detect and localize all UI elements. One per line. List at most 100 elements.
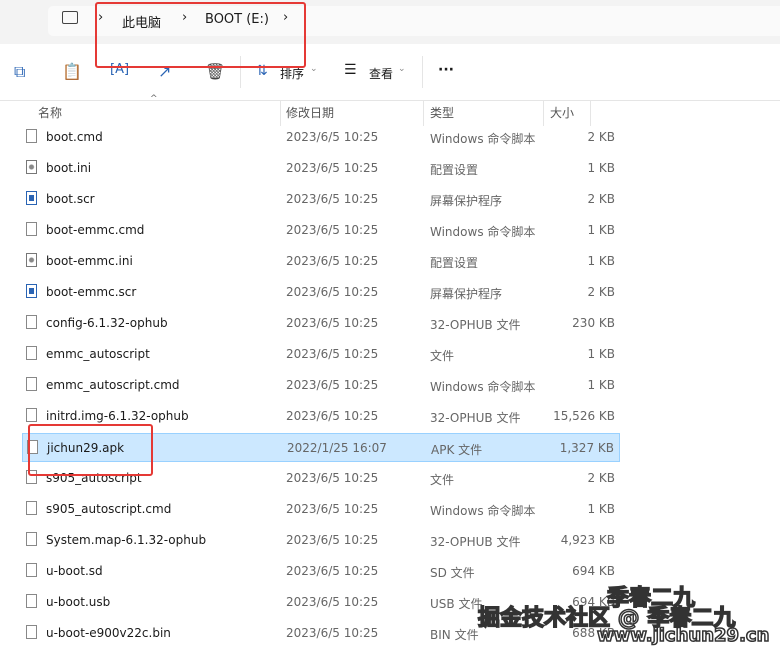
file-type: 配置设置 [430, 256, 479, 270]
file-date: 2023/6/5 10:25 [286, 471, 379, 485]
chevron-down-icon: ⌄ [398, 64, 406, 74]
file-size: 1 KB [587, 161, 615, 175]
file-date: 2022/1/25 16:07 [287, 441, 387, 455]
file-row[interactable]: config-6.1.32-ophub 2023/6/5 10:25 32-OP… [22, 309, 620, 338]
more-options-button[interactable]: ··· [438, 62, 454, 78]
file-row[interactable]: emmc_autoscript 2023/6/5 10:25 文件 1 KB [22, 340, 620, 369]
column-header-name[interactable]: 名称 [38, 104, 62, 124]
file-size: 1 KB [587, 378, 615, 392]
file-date: 2023/6/5 10:25 [286, 378, 379, 392]
file-file-icon [26, 563, 37, 577]
file-date: 2023/6/5 10:25 [286, 161, 379, 175]
file-row[interactable]: System.map-6.1.32-ophub 2023/6/5 10:25 3… [22, 526, 620, 555]
view-icon[interactable]: ☰ [344, 62, 357, 78]
file-size: 2 KB [587, 130, 615, 144]
file-name: boot.cmd [46, 130, 103, 144]
file-type: 文件 [430, 349, 455, 363]
file-row[interactable]: boot.scr 2023/6/5 10:25 屏幕保护程序 2 KB [22, 185, 620, 214]
column-header-size[interactable]: 大小 [550, 104, 574, 124]
paste-icon[interactable]: 📋 [62, 62, 82, 81]
file-size: 1,327 KB [559, 441, 614, 455]
file-name: boot.scr [46, 192, 95, 206]
file-type: Windows 命令脚本 [430, 132, 536, 146]
cfg-file-icon [26, 160, 37, 174]
file-row[interactable]: boot.ini 2023/6/5 10:25 配置设置 1 KB [22, 154, 620, 183]
file-type: 配置设置 [430, 163, 479, 177]
file-type: 32-OPHUB 文件 [430, 411, 521, 425]
column-header-type[interactable]: 类型 [430, 104, 454, 124]
file-type: 屏幕保护程序 [430, 287, 503, 301]
file-date: 2023/6/5 10:25 [286, 316, 379, 330]
file-type: Windows 命令脚本 [430, 225, 536, 239]
file-file-icon [26, 532, 37, 546]
file-size: 230 KB [572, 316, 615, 330]
file-name: initrd.img-6.1.32-ophub [46, 409, 189, 423]
file-row[interactable]: boot-emmc.cmd 2023/6/5 10:25 Windows 命令脚… [22, 216, 620, 245]
file-name: u-boot.usb [46, 595, 111, 609]
file-file-icon [26, 625, 37, 639]
file-size: 2 KB [587, 285, 615, 299]
file-size: 1 KB [587, 347, 615, 361]
column-header-modified[interactable]: 修改日期 [286, 104, 334, 124]
file-row[interactable]: s905_autoscript.cmd 2023/6/5 10:25 Windo… [22, 495, 620, 524]
chevron-down-icon: ⌄ [310, 64, 318, 74]
annotation-highlight-box [28, 424, 153, 476]
file-size: 4,923 KB [560, 533, 615, 547]
file-name: boot-emmc.scr [46, 285, 137, 299]
file-file-icon [26, 346, 37, 360]
file-date: 2023/6/5 10:25 [286, 626, 379, 640]
file-row[interactable]: boot-emmc.scr 2023/6/5 10:25 屏幕保护程序 2 KB [22, 278, 620, 307]
file-file-icon [26, 594, 37, 608]
annotation-highlight-box [95, 2, 306, 68]
this-pc-icon[interactable] [62, 11, 78, 24]
file-date: 2023/6/5 10:25 [286, 223, 379, 237]
file-size: 1 KB [587, 254, 615, 268]
file-type: Windows 命令脚本 [430, 504, 536, 518]
file-size: 1 KB [587, 502, 615, 516]
file-date: 2023/6/5 10:25 [286, 347, 379, 361]
file-name: u-boot.sd [46, 564, 103, 578]
file-type: APK 文件 [431, 443, 483, 457]
file-type: Windows 命令脚本 [430, 380, 536, 394]
cmd-file-icon [26, 501, 37, 515]
file-size: 694 KB [572, 564, 615, 578]
sort-ascending-icon: ^ [150, 94, 158, 104]
file-date: 2023/6/5 10:25 [286, 285, 379, 299]
file-type: 32-OPHUB 文件 [430, 318, 521, 332]
file-row[interactable]: u-boot.sd 2023/6/5 10:25 SD 文件 694 KB [22, 557, 620, 586]
file-row[interactable]: emmc_autoscript.cmd 2023/6/5 10:25 Windo… [22, 371, 620, 400]
file-date: 2023/6/5 10:25 [286, 595, 379, 609]
copy-icon[interactable]: ⧉ [14, 62, 25, 82]
cmd-file-icon [26, 377, 37, 391]
file-type: 屏幕保护程序 [430, 194, 503, 208]
file-date: 2023/6/5 10:25 [286, 409, 379, 423]
file-name: System.map-6.1.32-ophub [46, 533, 207, 547]
file-name: emmc_autoscript.cmd [46, 378, 180, 392]
divider [422, 56, 423, 88]
file-name: boot-emmc.cmd [46, 223, 145, 237]
file-name: s905_autoscript.cmd [46, 502, 172, 516]
watermark-text: www.jichun29.cn [596, 624, 770, 647]
file-date: 2023/6/5 10:25 [286, 254, 379, 268]
file-type: BIN 文件 [430, 628, 479, 642]
file-size: 2 KB [587, 192, 615, 206]
file-date: 2023/6/5 10:25 [286, 533, 379, 547]
view-button[interactable]: 查看 [369, 65, 393, 82]
file-name: u-boot-e900v22c.bin [46, 626, 171, 640]
file-type: 32-OPHUB 文件 [430, 535, 521, 549]
cmd-file-icon [26, 222, 37, 236]
file-size: 1 KB [587, 223, 615, 237]
file-row[interactable]: boot-emmc.ini 2023/6/5 10:25 配置设置 1 KB [22, 247, 620, 276]
file-name: boot.ini [46, 161, 92, 175]
file-name: config-6.1.32-ophub [46, 316, 168, 330]
file-type: USB 文件 [430, 597, 483, 611]
file-date: 2023/6/5 10:25 [286, 564, 379, 578]
file-row[interactable]: boot.cmd 2023/6/5 10:25 Windows 命令脚本 2 K… [22, 123, 620, 152]
file-size: 2 KB [587, 471, 615, 485]
cmd-file-icon [26, 129, 37, 143]
scr-file-icon [26, 191, 37, 205]
scr-file-icon [26, 284, 37, 298]
file-date: 2023/6/5 10:25 [286, 192, 379, 206]
file-name: emmc_autoscript [46, 347, 150, 361]
file-type: SD 文件 [430, 566, 475, 580]
